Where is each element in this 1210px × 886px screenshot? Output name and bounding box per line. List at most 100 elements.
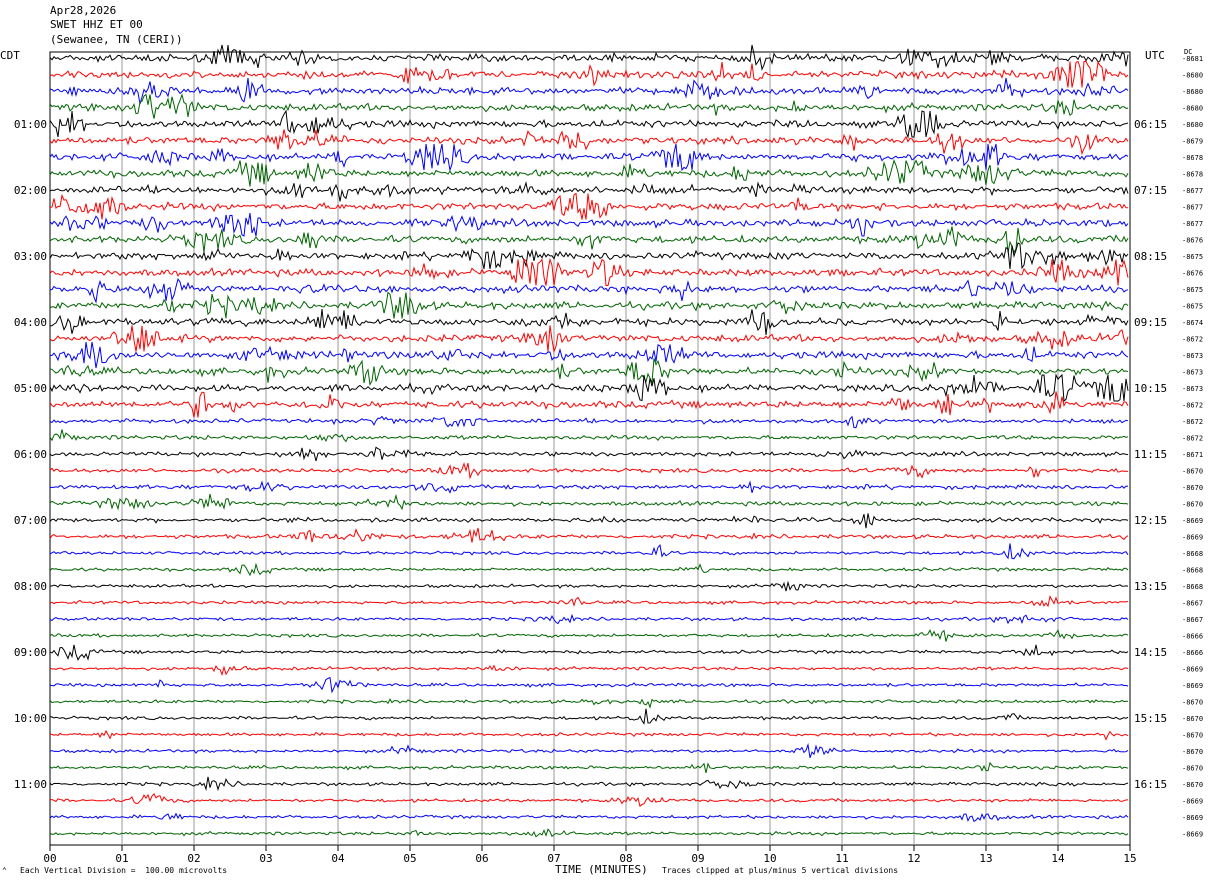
seismic-trace	[49, 527, 1129, 543]
x-tick-label: 01	[115, 852, 128, 865]
right-hour-label: 09:15	[1134, 316, 1167, 329]
seismic-trace	[49, 391, 1129, 418]
seismic-trace	[49, 513, 1129, 529]
seismic-trace	[49, 44, 1129, 71]
dc-offset-label: -8667	[1182, 600, 1203, 608]
dc-offset-label: -8673	[1182, 352, 1203, 360]
dc-offset-label: -8669	[1182, 798, 1203, 806]
seismic-trace	[49, 291, 1129, 319]
seismic-trace	[49, 493, 1129, 511]
dc-offset-label: -8675	[1182, 253, 1203, 261]
left-hour-label: 09:00	[14, 646, 47, 659]
seismic-trace	[49, 644, 1129, 661]
dc-offset-label: -8669	[1182, 534, 1203, 542]
x-tick-label: 00	[43, 852, 56, 865]
left-hour-label: 07:00	[14, 514, 47, 527]
x-tick-label: 14	[1051, 852, 1065, 865]
left-hour-label: 02:00	[14, 184, 47, 197]
right-hour-label: 10:15	[1134, 382, 1167, 395]
x-tick-label: 05	[403, 852, 416, 865]
x-tick-label: 04	[331, 852, 345, 865]
left-hour-label: 05:00	[14, 382, 47, 395]
left-hour-label: 04:00	[14, 316, 47, 329]
dc-offset-label: -8678	[1182, 154, 1203, 162]
right-hour-label: 13:15	[1134, 580, 1167, 593]
seismic-trace	[49, 742, 1129, 758]
seismic-trace	[49, 664, 1129, 677]
seismic-trace	[50, 580, 1129, 592]
seismic-trace	[49, 93, 1129, 119]
left-hour-label: 10:00	[14, 712, 47, 725]
dc-offset-label: -8675	[1182, 286, 1203, 294]
left-hour-label: 03:00	[14, 250, 47, 263]
right-hour-label: 12:15	[1134, 514, 1167, 527]
dc-offset-label: -8680	[1182, 105, 1203, 113]
seismic-trace	[49, 109, 1129, 139]
x-tick-label: 11	[835, 852, 848, 865]
seismic-trace	[50, 308, 1129, 336]
dc-offset-label: -8680	[1182, 88, 1203, 96]
scale-marker-icon: ⌃	[2, 866, 7, 875]
clip-note: Traces clipped at plus/minus 5 vertical …	[662, 866, 899, 875]
seismic-trace	[49, 446, 1129, 462]
seismic-trace	[49, 429, 1129, 443]
seismic-trace	[49, 562, 1129, 577]
dc-offset-label: -8677	[1182, 220, 1203, 228]
dc-offset-label: -8676	[1182, 237, 1203, 245]
x-axis-title: TIME (MINUTES)	[555, 863, 648, 876]
plot-frame	[49, 51, 1131, 846]
seismic-trace	[49, 60, 1129, 88]
dc-offset-label: -8670	[1182, 765, 1203, 773]
seismic-trace	[49, 325, 1129, 354]
seismic-trace	[49, 480, 1129, 494]
right-hour-label: 16:15	[1134, 778, 1167, 791]
right-hour-label: 06:15	[1134, 118, 1167, 131]
seismic-trace	[49, 729, 1129, 741]
x-tick-label: 02	[187, 852, 200, 865]
seismic-trace	[49, 341, 1129, 369]
dc-offset-label: -8681	[1182, 55, 1203, 63]
dc-offset-label: -8669	[1182, 517, 1203, 525]
seismic-trace	[49, 594, 1129, 608]
left-hour-label: 06:00	[14, 448, 47, 461]
seismic-trace	[49, 213, 1129, 237]
seismic-trace	[49, 812, 1129, 823]
dc-offset-label: -8678	[1182, 171, 1203, 179]
dc-offset-label: -8670	[1182, 781, 1203, 789]
seismic-trace	[49, 613, 1129, 625]
dc-offset-label: -8668	[1182, 567, 1203, 575]
dc-offset-label: -8670	[1182, 715, 1203, 723]
dc-offset-label: -8673	[1182, 385, 1203, 393]
seismic-trace	[49, 358, 1129, 387]
seismic-trace	[49, 676, 1129, 694]
dc-offset-label: -8677	[1182, 187, 1203, 195]
seismic-trace	[49, 462, 1129, 480]
dc-offset-label: -8669	[1182, 682, 1203, 690]
dc-offset-label: -8677	[1182, 204, 1203, 212]
x-tick-label: 03	[259, 852, 272, 865]
dc-offset-label: -8679	[1182, 138, 1203, 146]
dc-offset-label: -8675	[1182, 303, 1203, 311]
dc-offset-label: -8670	[1182, 699, 1203, 707]
seismic-trace	[49, 373, 1129, 403]
seismic-trace	[49, 628, 1129, 642]
left-hour-label: 11:00	[14, 778, 47, 791]
left-hour-label: 01:00	[14, 118, 47, 131]
x-tick-label: 13	[979, 852, 992, 865]
seismic-trace	[49, 708, 1129, 725]
dc-offset-label: -8668	[1182, 550, 1203, 558]
seismic-trace	[49, 143, 1129, 172]
seismic-trace	[49, 129, 1129, 156]
dc-offset-label: -8666	[1182, 633, 1203, 641]
dc-offset-label: -8672	[1182, 418, 1203, 426]
dc-offset-label: -8672	[1182, 402, 1203, 410]
seismic-trace	[49, 192, 1129, 220]
dc-offset-label: -8671	[1182, 451, 1203, 459]
dc-offset-label: -8680	[1182, 121, 1203, 129]
dc-offset-label: -8667	[1182, 616, 1203, 624]
seismic-trace	[49, 415, 1129, 429]
dc-offset-label: -8673	[1182, 369, 1203, 377]
seismic-trace	[49, 226, 1129, 254]
right-hour-label: 07:15	[1134, 184, 1167, 197]
x-tick-label: 06	[475, 852, 488, 865]
